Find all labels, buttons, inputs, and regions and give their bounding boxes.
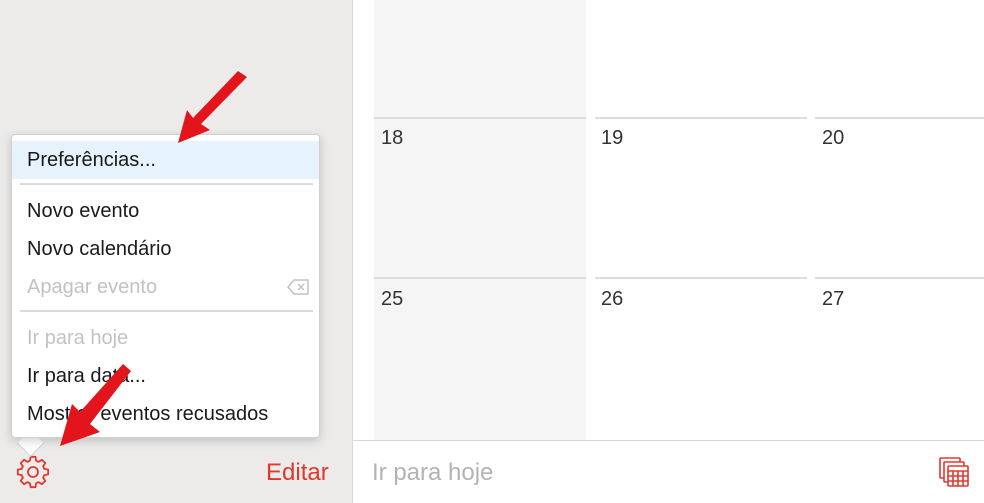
menu-item-delete-event: Apagar evento: [12, 268, 319, 306]
go-to-today-button[interactable]: Ir para hoje: [372, 459, 493, 487]
menu-item-go-to-date[interactable]: Ir para data...: [12, 357, 319, 395]
day-number[interactable]: 25: [381, 288, 403, 311]
week-divider: [815, 277, 984, 279]
calendars-icon[interactable]: [938, 456, 970, 488]
week-divider: [374, 277, 586, 279]
week-divider: [595, 277, 807, 279]
gear-icon[interactable]: [16, 455, 50, 489]
week-divider: [595, 117, 807, 119]
day-number[interactable]: 20: [822, 127, 844, 150]
settings-menu: Preferências... Novo evento Novo calendá…: [11, 134, 320, 438]
toolbar-divider: [353, 440, 984, 441]
menu-item-preferences[interactable]: Preferências...: [12, 141, 319, 179]
day-number[interactable]: 26: [601, 288, 623, 311]
menu-item-new-event[interactable]: Novo evento: [12, 192, 319, 230]
edit-button[interactable]: Editar: [266, 459, 329, 487]
menu-separator: [20, 310, 313, 312]
weekend-column: [374, 0, 586, 440]
week-divider: [815, 117, 984, 119]
menu-item-show-declined-events[interactable]: Mostrar eventos recusados: [12, 395, 319, 433]
calendar-month-grid: 18 19 20 25 26 27: [353, 0, 984, 440]
week-divider: [374, 117, 586, 119]
day-number[interactable]: 19: [601, 127, 623, 150]
day-number[interactable]: 27: [822, 288, 844, 311]
day-number[interactable]: 18: [381, 127, 403, 150]
delete-backward-icon: [287, 279, 309, 295]
menu-item-new-calendar[interactable]: Novo calendário: [12, 230, 319, 268]
menu-separator: [20, 183, 313, 185]
menu-item-label: Apagar evento: [27, 276, 158, 298]
menu-item-go-to-today: Ir para hoje: [27, 327, 129, 349]
